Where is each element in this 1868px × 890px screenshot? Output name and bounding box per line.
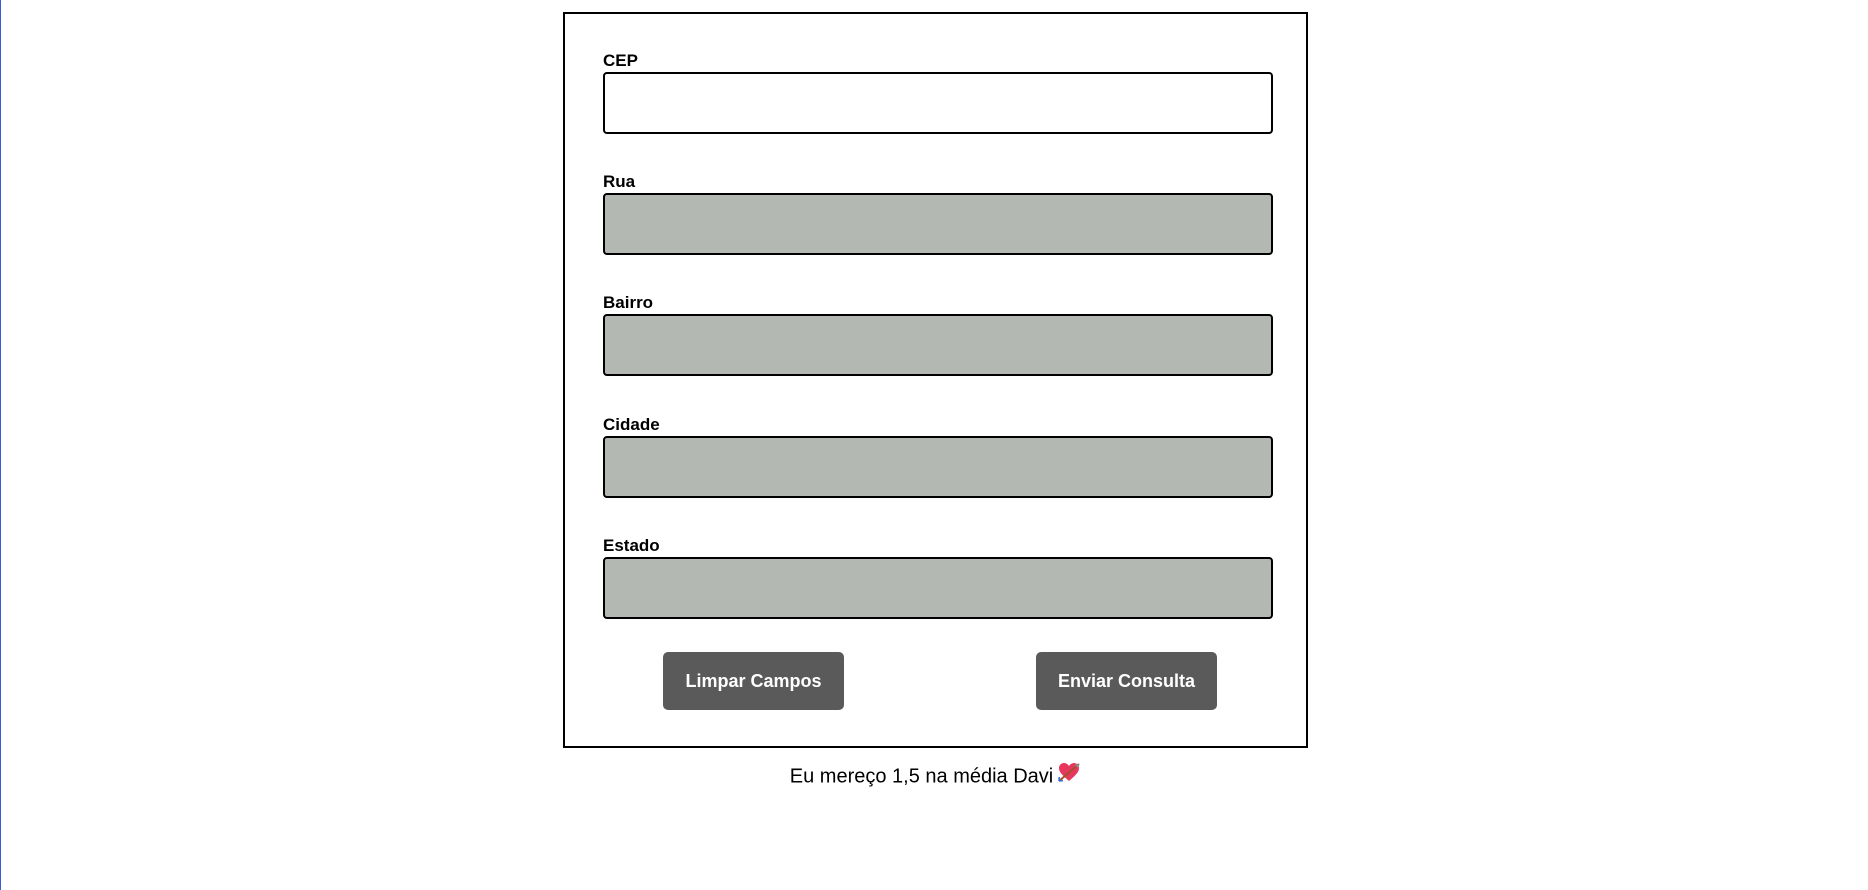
heart-arrow-icon [1057,761,1081,789]
clear-fields-button[interactable]: Limpar Campos [663,652,844,710]
submit-query-button[interactable]: Enviar Consulta [1036,652,1217,710]
bairro-input[interactable] [603,314,1273,376]
bairro-label: Bairro [603,293,654,312]
cidade-label: Cidade [603,415,660,434]
cep-input[interactable] [603,72,1273,134]
footer-text: Eu mereço 1,5 na média Davi [789,765,1054,788]
footer-note: Eu mereço 1,5 na média Davi [563,763,1308,789]
window-left-edge [0,0,1,890]
cep-label: CEP [603,51,638,70]
estado-label: Estado [603,536,660,555]
rua-input[interactable] [603,193,1273,255]
estado-input[interactable] [603,557,1273,619]
address-form: CEP Rua Bairro Cidade Estado Limpar Camp… [563,12,1308,748]
rua-label: Rua [603,172,636,191]
cidade-input[interactable] [603,436,1273,498]
